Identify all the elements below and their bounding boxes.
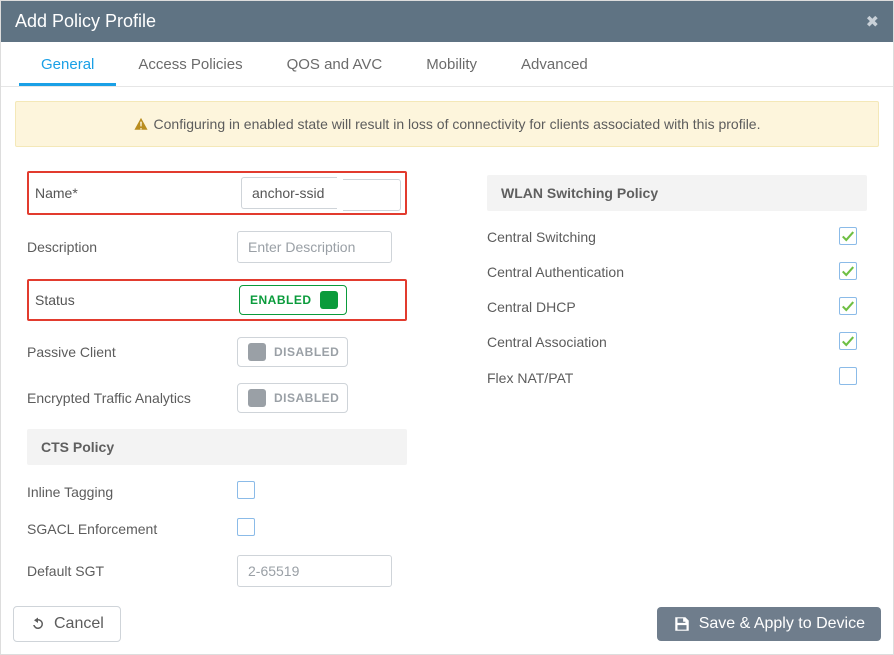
- name-input[interactable]: [241, 177, 337, 209]
- central-authentication-checkbox[interactable]: [839, 262, 857, 280]
- warning-alert: Configuring in enabled state will result…: [15, 101, 879, 147]
- cancel-button[interactable]: Cancel: [13, 606, 121, 642]
- row-central-authentication: Central Authentication: [487, 262, 867, 281]
- name-label: Name*: [35, 185, 239, 201]
- default-sgt-input[interactable]: [237, 555, 392, 587]
- description-label: Description: [27, 239, 237, 255]
- toggle-knob-icon: [320, 291, 338, 309]
- undo-icon: [30, 616, 46, 632]
- tab-advanced[interactable]: Advanced: [499, 42, 610, 86]
- row-default-sgt: Default SGT: [27, 555, 407, 587]
- row-passive-client: Passive Client DISABLED: [27, 337, 407, 367]
- warning-text: Configuring in enabled state will result…: [154, 116, 761, 132]
- toggle-knob-icon: [248, 343, 266, 361]
- left-column: Name* Description Status: [27, 171, 407, 596]
- close-icon[interactable]: ✖: [866, 12, 879, 32]
- tab-general[interactable]: General: [19, 42, 116, 86]
- right-column: WLAN Switching Policy Central Switching …: [487, 171, 867, 596]
- modal: Add Policy Profile ✖ General Access Poli…: [0, 0, 894, 655]
- tab-mobility[interactable]: Mobility: [404, 42, 499, 86]
- central-association-label: Central Association: [487, 334, 707, 350]
- row-central-dhcp: Central DHCP: [487, 297, 867, 316]
- flex-nat-pat-checkbox[interactable]: [839, 367, 857, 385]
- warning-icon: [134, 117, 148, 131]
- inline-tagging-label: Inline Tagging: [27, 484, 237, 500]
- body: Configuring in enabled state will result…: [1, 87, 893, 596]
- row-central-switching: Central Switching: [487, 227, 867, 246]
- eta-toggle[interactable]: DISABLED: [237, 383, 348, 413]
- default-sgt-label: Default SGT: [27, 563, 237, 579]
- footer: Cancel Save & Apply to Device: [1, 596, 893, 654]
- tab-qos-avc[interactable]: QOS and AVC: [265, 42, 405, 86]
- wlan-switching-header: WLAN Switching Policy: [487, 175, 867, 211]
- cts-policy-header: CTS Policy: [27, 429, 407, 465]
- status-toggle-text: ENABLED: [250, 293, 312, 307]
- tab-access-policies[interactable]: Access Policies: [116, 42, 264, 86]
- eta-label: Encrypted Traffic Analytics: [27, 390, 237, 406]
- toggle-knob-icon: [248, 389, 266, 407]
- sgacl-label: SGACL Enforcement: [27, 521, 237, 537]
- central-switching-label: Central Switching: [487, 229, 707, 245]
- central-dhcp-label: Central DHCP: [487, 299, 707, 315]
- row-flex-nat-pat: Flex NAT/PAT: [487, 367, 867, 388]
- description-input[interactable]: [237, 231, 392, 263]
- eta-toggle-text: DISABLED: [274, 391, 339, 405]
- save-apply-button-label: Save & Apply to Device: [699, 615, 865, 633]
- row-sgacl: SGACL Enforcement: [27, 518, 407, 539]
- central-switching-checkbox[interactable]: [839, 227, 857, 245]
- sgacl-checkbox[interactable]: [237, 518, 255, 536]
- status-toggle[interactable]: ENABLED: [239, 285, 347, 315]
- passive-client-toggle[interactable]: DISABLED: [237, 337, 348, 367]
- row-inline-tagging: Inline Tagging: [27, 481, 407, 502]
- row-eta: Encrypted Traffic Analytics DISABLED: [27, 383, 407, 413]
- highlight-status: Status ENABLED: [27, 279, 407, 321]
- save-icon: [673, 615, 691, 633]
- central-association-checkbox[interactable]: [839, 332, 857, 350]
- passive-client-label: Passive Client: [27, 344, 237, 360]
- save-apply-button[interactable]: Save & Apply to Device: [657, 607, 881, 641]
- row-central-association: Central Association: [487, 332, 867, 351]
- titlebar: Add Policy Profile ✖: [1, 1, 893, 42]
- central-dhcp-checkbox[interactable]: [839, 297, 857, 315]
- central-authentication-label: Central Authentication: [487, 264, 707, 280]
- cancel-button-label: Cancel: [54, 615, 104, 633]
- tabs: General Access Policies QOS and AVC Mobi…: [1, 42, 893, 87]
- status-label: Status: [35, 292, 239, 308]
- row-description: Description: [27, 231, 407, 263]
- modal-title: Add Policy Profile: [15, 11, 156, 32]
- flex-nat-pat-label: Flex NAT/PAT: [487, 370, 707, 386]
- inline-tagging-checkbox[interactable]: [237, 481, 255, 499]
- passive-client-toggle-text: DISABLED: [274, 345, 339, 359]
